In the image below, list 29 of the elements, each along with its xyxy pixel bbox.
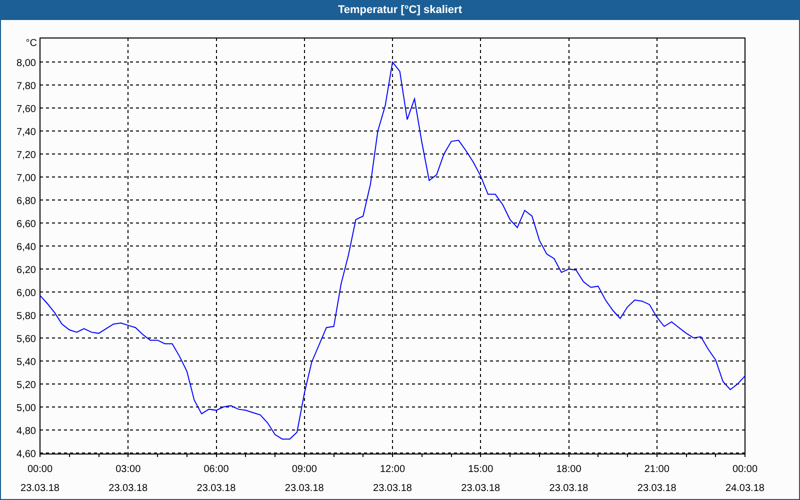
y-tick-label: 6,20 [16, 264, 36, 276]
y-tick-label: 5,60 [16, 334, 36, 345]
x-tick-label: 03:00 23.03.18 [108, 464, 148, 494]
x-tick-label: 00:00 23.03.18 [20, 464, 60, 494]
y-tick-label: 6,00 [16, 288, 36, 299]
y-tick-label: 6,60 [16, 219, 36, 230]
y-tick-label: 6,40 [16, 242, 36, 253]
y-tick-label: 5,40 [16, 356, 36, 368]
y-tick-label: 5,20 [16, 380, 36, 391]
x-tick-label: 12:00 23.03.18 [373, 464, 412, 494]
y-tick-label: 6,80 [16, 196, 36, 208]
x-tick-label: 09:00 23.03.18 [284, 464, 324, 494]
y-tick-label: 5,00 [16, 402, 36, 414]
x-tick-label: 18:00 23.03.18 [549, 464, 588, 494]
y-tick-label: 8,00 [16, 58, 36, 70]
axis-unit-label: °C [26, 38, 37, 49]
y-tick-label: 4,80 [16, 426, 36, 437]
y-tick-label: 7,00 [16, 173, 36, 184]
x-tick-label: 21:00 23.03.18 [637, 464, 676, 494]
y-tick-label: 4,60 [16, 448, 36, 460]
y-tick-label: 7,80 [16, 81, 36, 92]
window-title: Temperatur [°C] skaliert [338, 4, 462, 16]
x-tick-label: 15:00 23.03.18 [461, 464, 500, 494]
x-tick-label: 00:00 24.03.18 [726, 464, 764, 494]
x-tick-label: 06:00 23.03.18 [196, 464, 236, 494]
y-tick-label: 5,80 [16, 310, 36, 322]
y-tick-label: 7,40 [16, 127, 36, 138]
y-tick-label: 7,60 [16, 104, 36, 116]
y-tick-label: 7,20 [16, 150, 36, 162]
